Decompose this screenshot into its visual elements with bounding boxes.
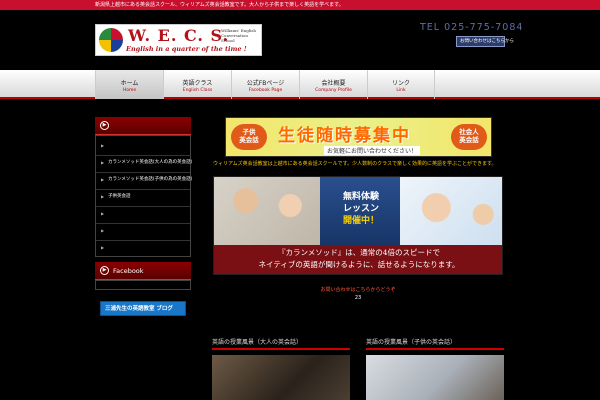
trial-line-3: 開催中！ (342, 216, 379, 226)
callan-method-caption: 『カランメソッド』は、通常の4倍のスピードで ネイティブの英語が聞けるように、話… (214, 247, 502, 271)
nav-sublabel: Home (122, 88, 137, 93)
bullet-icon: ▶ (101, 160, 105, 165)
lesson-photo-kids[interactable] (366, 355, 504, 400)
bullet-icon: ▶ (101, 228, 105, 233)
nav-english-class[interactable]: 英語クラス English Class (163, 70, 231, 99)
nav-label: 英語クラス (182, 80, 213, 87)
sidebar-menu-list: ▶ ▶ カランメソッド英会話(大人の為の英会話) ▶ カランメソッド英会話(子供… (95, 135, 193, 258)
adult-english-badge: 社会人 英会話 (451, 124, 487, 150)
free-trial-banner[interactable]: 無料体験 レッスン 開催中！ 『カランメソッド』は、通常の4倍のスピードで ネイ… (213, 176, 503, 275)
nav-home[interactable]: ホーム Home (95, 70, 163, 99)
lesson-card-title-adult[interactable]: 英語の授業風景（大人の英会話） (212, 337, 350, 350)
contact-button[interactable]: お問い合わせはこちらから (456, 36, 514, 47)
sidebar-item-label: カランメソッド英会話(大人の為の英会話) (108, 160, 193, 165)
sidebar-item[interactable]: ▶ (96, 238, 190, 258)
free-trial-panel: 無料体験 レッスン 開催中！ (320, 177, 400, 245)
facebook-widget-title: Facebook (113, 267, 144, 275)
nav-label: リンク (391, 80, 410, 87)
main-navigation: ホーム Home 英語クラス English Class 公式FBページ Fac… (0, 70, 600, 99)
bullet-icon: ▶ (101, 211, 105, 216)
contact-button-label: お問い合わせはこちらから (460, 39, 514, 44)
nav-label: ホーム (120, 80, 139, 87)
flag-emblem-icon (99, 28, 123, 52)
arrow-right-icon: ▶ (100, 266, 109, 275)
nav-facebook-page[interactable]: 公式FBページ Facebook Page (231, 70, 299, 99)
logo-tagline: English in a quarter of the time ! (126, 45, 247, 53)
arrow-right-icon: ▶ (100, 121, 109, 130)
nav-sublabel: English Class (182, 88, 213, 93)
facebook-widget-body (95, 280, 191, 290)
caption-line-1: 『カランメソッド』は、通常の4倍のスピードで (277, 248, 441, 257)
intro-text: ウィリアムズ英会話教室は上越市にある英会話スクールです。少人数制のクラスで楽しく… (213, 161, 497, 167)
sidebar-facebook-header: ▶ Facebook (95, 262, 191, 280)
recruitment-subline: お気軽にお問い合わせください！ (324, 146, 421, 155)
nav-link[interactable]: リンク Link (367, 70, 435, 99)
bullet-icon: ▶ (101, 143, 105, 148)
bullet-icon: ▶ (101, 177, 105, 182)
sidebar-item-label: カランメソッド英会話(子供の為の英会話) (108, 177, 193, 182)
notice-subtext: 23 (354, 295, 362, 301)
kids-studying-photo (400, 177, 502, 245)
bullet-icon: ▶ (101, 194, 105, 199)
nav-label: 公式FBページ (246, 80, 285, 87)
teacher-blog-banner[interactable]: 三浦先生の英語教室 ブログ (100, 301, 186, 316)
nav-sublabel: Company Profile (315, 88, 352, 93)
student-recruitment-banner[interactable]: 子供 英会話 生徒随時募集中 お気軽にお問い合わせください！ 社会人 英会話 (225, 117, 492, 157)
logo-subtitle: Williams' English Conversation School (221, 28, 257, 43)
lesson-card-title-kids[interactable]: 英語の授業風景（子供の英会話） (366, 337, 504, 350)
sidebar-item-label: 子供英会話 (108, 194, 131, 199)
nav-company-profile[interactable]: 会社概要 Company Profile (299, 70, 367, 99)
recruitment-headline: 生徒随時募集中 (278, 126, 411, 146)
logo-name: W. E. C. S. (128, 26, 230, 45)
nav-sublabel: Link (396, 88, 406, 93)
nav-sublabel: Facebook Page (248, 88, 283, 93)
caption-line-2: ネイティブの英語が聞けるように、話せるようになります。 (258, 260, 460, 269)
blog-banner-label: 三浦先生の英語教室 ブログ (105, 306, 173, 312)
bullet-icon: ▶ (101, 245, 105, 250)
notice-text[interactable]: お問い合わせはこちらからどうぞ (213, 286, 503, 293)
sidebar-menu-header: ▶ (95, 117, 191, 135)
top-announcement-text: 新潟県上越市にある英会話スクール、ウィリアムズ英会話教室です。大人から子供まで楽… (95, 2, 344, 8)
trial-line-1: 無料体験 (342, 192, 379, 202)
kids-english-badge: 子供 英会話 (231, 124, 267, 150)
lesson-photo-adult[interactable] (212, 355, 350, 400)
trial-line-2: レッスン (342, 204, 379, 214)
site-logo[interactable]: W. E. C. S. English in a quarter of the … (95, 24, 262, 56)
nav-label: 会社概要 (321, 80, 346, 87)
teacher-student-photo (214, 177, 320, 245)
phone-number: TEL 025-775-7084 (420, 22, 524, 33)
top-announcement-bar: 新潟県上越市にある英会話スクール、ウィリアムズ英会話教室です。大人から子供まで楽… (0, 0, 600, 10)
